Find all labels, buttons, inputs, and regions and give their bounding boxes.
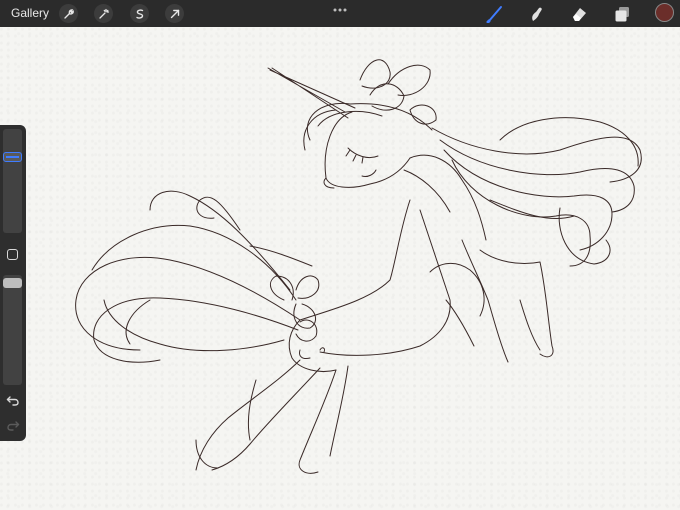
layers-button[interactable] [611, 3, 632, 24]
brush-tool-button[interactable] [484, 3, 505, 24]
eraser-icon [572, 7, 586, 21]
adjustments-button[interactable] [94, 4, 113, 23]
color-picker-button[interactable] [655, 3, 674, 22]
top-toolbar: Gallery [0, 0, 680, 27]
gallery-button[interactable]: Gallery [11, 6, 49, 20]
selection-icon [135, 8, 143, 19]
undo-icon[interactable] [5, 393, 21, 407]
smudge-icon [531, 7, 542, 21]
eraser-tool-button[interactable] [568, 3, 589, 24]
more-dots-icon[interactable] [331, 7, 349, 13]
magic-wand-icon [98, 8, 109, 19]
redo-icon[interactable] [5, 418, 21, 432]
actions-button[interactable] [59, 4, 78, 23]
transform-button[interactable] [165, 4, 184, 23]
selection-button[interactable] [130, 4, 149, 23]
brush-opacity-slider[interactable] [3, 275, 22, 385]
brush-size-indicator [6, 155, 19, 158]
transform-arrow-icon [170, 9, 179, 18]
unicorn-sketch [75, 59, 642, 474]
layers-icon [615, 6, 629, 21]
drawing-canvas[interactable] [0, 27, 680, 510]
procreate-app: Gallery [0, 0, 680, 510]
left-sidebar [0, 125, 26, 441]
brush-icon [486, 5, 502, 23]
brush-size-slider[interactable] [3, 129, 22, 233]
brush-size-thumb[interactable] [3, 151, 22, 162]
smudge-tool-button[interactable] [526, 3, 547, 24]
wrench-icon [63, 8, 74, 19]
square-modify-icon[interactable] [7, 249, 18, 260]
brush-opacity-thumb[interactable] [3, 278, 22, 288]
